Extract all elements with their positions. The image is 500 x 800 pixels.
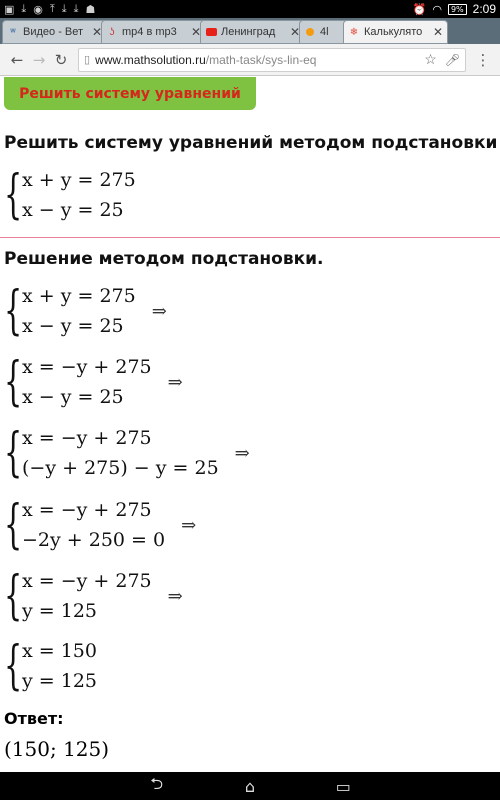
browser-toolbar: ← → ↻ ▯ www.mathsolution.ru/math-task/sy… — [0, 44, 500, 76]
implies-arrow: ⇒ — [234, 442, 250, 464]
brace: { — [4, 566, 23, 626]
tab-label: Видео - Вет — [23, 26, 84, 38]
page-title: Решить систему уравнений методом подстан… — [4, 133, 498, 153]
implies-arrow: ⇒ — [167, 585, 183, 607]
tab-label: 4l — [320, 26, 329, 38]
back-nav-icon[interactable]: ⮌ — [137, 773, 177, 800]
equation: y = 125 — [22, 670, 97, 692]
tab-label: Калькулято — [364, 26, 423, 38]
clock: 2:09 — [472, 2, 496, 16]
home-icon[interactable]: ⌂ — [230, 777, 270, 796]
answer-value: (150; 125) — [4, 737, 110, 761]
menu-icon[interactable]: ⋮ — [472, 49, 494, 71]
page-content: Решить систему уравнений Решить систему … — [0, 77, 500, 772]
solution-step: { x = −y + 275 y = 125 ⇒ — [4, 566, 183, 626]
tab-label: Ленинград — [221, 26, 276, 38]
equation: x = 150 — [22, 640, 97, 662]
tab-video[interactable]: ʷ Видео - Вет ✕ — [2, 20, 107, 44]
solution-step: { x + y = 275 x − y = 25 ⇒ — [4, 281, 167, 341]
page-icon: ʖ — [109, 26, 115, 38]
alarm-icon: ⏰ — [412, 2, 427, 16]
download-icon: ⤓ — [21, 2, 27, 15]
bookmark-star-icon[interactable]: ☆ — [424, 51, 437, 68]
recent-apps-icon[interactable]: ▭ — [323, 777, 363, 796]
solution-step: { x = −y + 275 −2y + 250 = 0 ⇒ — [4, 495, 196, 555]
download-icon: ⤓ — [61, 2, 67, 15]
notification-icons: ▣ ⤓ ◉ ⤒ ⤓ ⤓ ☗ — [4, 2, 95, 16]
battery-indicator: 9% — [447, 3, 467, 15]
close-icon[interactable]: ✕ — [433, 25, 443, 39]
implies-arrow: ⇒ — [181, 514, 197, 536]
android-icon: ☗ — [85, 2, 96, 16]
tab-leningrad[interactable]: Ленинград ✕ — [200, 20, 305, 44]
divider — [0, 237, 500, 238]
brace: { — [4, 352, 23, 412]
url-host: www.mathsolution.ru — [95, 52, 206, 67]
reload-icon[interactable]: ↻ — [50, 49, 72, 71]
implies-arrow: ⇒ — [151, 300, 167, 322]
brace: { — [4, 165, 23, 225]
tab-label: mp4 в mp3 — [122, 26, 177, 38]
status-bar: ▣ ⤓ ◉ ⤒ ⤓ ⤓ ☗ ⏰ ◠ 9% 2:09 — [0, 0, 500, 18]
equation: x + y = 275 — [22, 285, 136, 307]
tab-calculator[interactable]: ❄ Калькулято ✕ — [343, 20, 448, 44]
wifi-icon: ◠ — [432, 2, 442, 16]
equation: x = −y + 275 — [22, 427, 152, 449]
tab-mp4[interactable]: ʖ mp4 в mp3 ✕ — [101, 20, 206, 44]
equation: x − y = 25 — [22, 315, 124, 337]
forward-arrow-icon[interactable]: → — [28, 49, 50, 71]
solution-step: { x = −y + 275 x − y = 25 ⇒ — [4, 352, 183, 412]
brace: { — [4, 423, 23, 483]
equation: x = −y + 275 — [22, 356, 152, 378]
equation: x − y = 25 — [22, 386, 124, 408]
brace: { — [4, 281, 23, 341]
back-arrow-icon[interactable]: ← — [6, 49, 28, 71]
brace: { — [4, 495, 23, 555]
equation: (−y + 275) − y = 25 — [22, 457, 219, 479]
orange-dot-icon — [304, 26, 316, 38]
tab-4l[interactable]: 4l — [299, 20, 349, 44]
address-bar[interactable]: ▯ www.mathsolution.ru/math-task/sys-lin-… — [78, 47, 466, 72]
tab-strip: ʷ Видео - Вет ✕ ʖ mp4 в mp3 ✕ Ленинград … — [0, 18, 500, 44]
youtube-icon — [205, 26, 217, 38]
download-icon: ⤓ — [73, 2, 79, 15]
solution-heading: Решение методом подстановки. — [4, 249, 324, 269]
implies-arrow: ⇒ — [167, 371, 183, 393]
equation: x = −y + 275 — [22, 570, 152, 592]
equation: y = 125 — [22, 600, 97, 622]
initial-system: { x + y = 275 x − y = 25 — [4, 165, 136, 225]
equation: x = −y + 275 — [22, 499, 152, 521]
vk-icon: ʷ — [10, 26, 16, 38]
page-icon: ▯ — [84, 54, 91, 66]
answer-label: Ответ: — [4, 709, 64, 728]
navigation-bar: ⮌ ⌂ ▭ — [0, 772, 500, 800]
solution-step: { x = 150 y = 125 — [4, 636, 97, 696]
upload-icon: ⤒ — [49, 2, 55, 15]
camera-icon: ◉ — [33, 2, 43, 16]
solve-system-button[interactable]: Решить систему уравнений — [4, 77, 256, 110]
brace: { — [4, 636, 23, 696]
url-path: /math-task/sys-lin-eq — [205, 52, 317, 67]
image-icon: ▣ — [4, 2, 15, 16]
solution-step: { x = −y + 275 (−y + 275) − y = 25 ⇒ — [4, 423, 250, 483]
equation: −2y + 250 = 0 — [22, 529, 166, 551]
equation: x − y = 25 — [22, 199, 124, 221]
equation: x + y = 275 — [22, 169, 136, 191]
microphone-icon[interactable]: 🎤︎ — [445, 53, 460, 67]
snowflake-icon: ❄ — [349, 26, 359, 38]
